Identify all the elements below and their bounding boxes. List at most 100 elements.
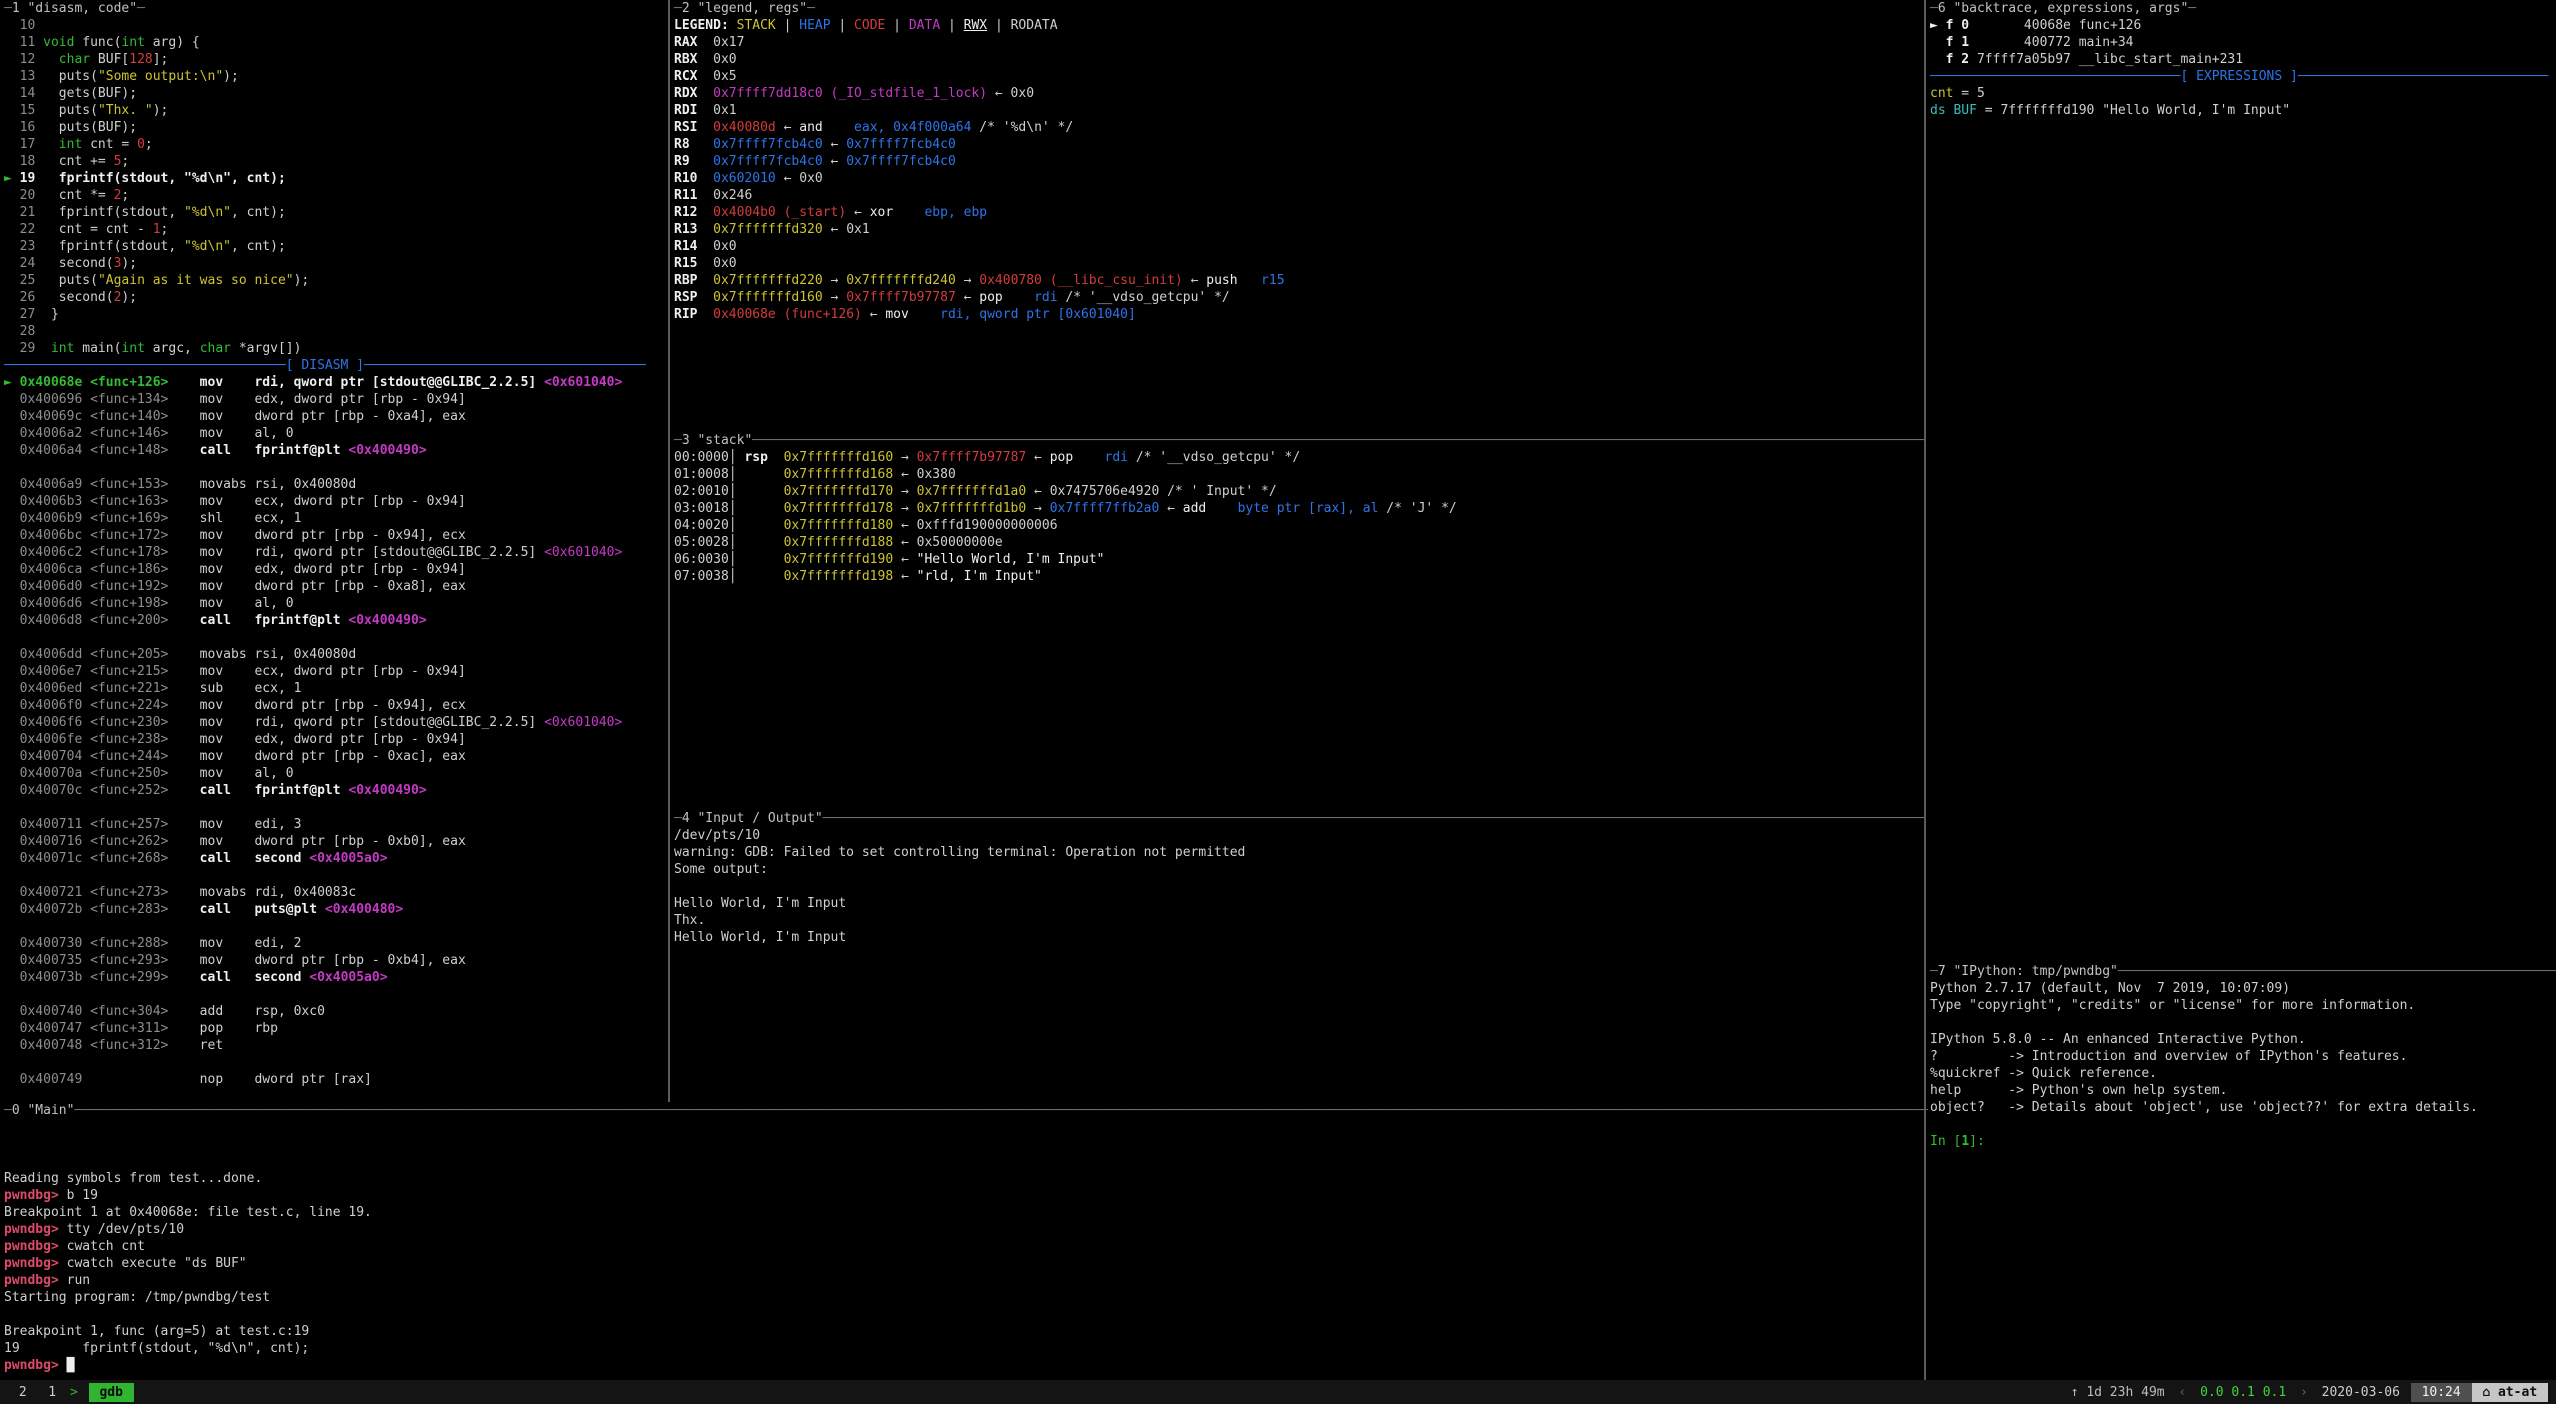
terminal-line: 0x4006d8 <func+200> call fprintf@plt <0x… (4, 612, 672, 629)
backtrace-content: ► f 0 40068e func+126 f 1 400772 main+34… (1930, 17, 2556, 119)
terminal-line: Python 2.7.17 (default, Nov 7 2019, 10:0… (1930, 980, 2556, 997)
terminal-line: RIP 0x40068e (func+126) ← mov rdi, qword… (674, 306, 1928, 323)
stack-content: 00:0000│ rsp 0x7fffffffd160 → 0x7ffff7b9… (674, 449, 1928, 585)
terminal-line: 23 fprintf(stdout, "%d\n", cnt); (4, 238, 672, 255)
terminal-line: ► f 0 40068e func+126 (1930, 17, 2556, 34)
terminal-line: 02:0010│ 0x7fffffffd170 → 0x7fffffffd1a0… (674, 483, 1928, 500)
pane-title-backtrace: ─6 "backtrace, expressions, args"─ (1930, 0, 2556, 17)
terminal-line: 25 puts("Again as it was so nice"); (4, 272, 672, 289)
program-io-content: /dev/pts/10warning: GDB: Failed to set c… (674, 827, 1928, 946)
terminal-line: 00:0000│ rsp 0x7fffffffd160 → 0x7ffff7b9… (674, 449, 1928, 466)
terminal-line: 0x4006f0 <func+224> mov dword ptr [rbp -… (4, 697, 672, 714)
pane-backtrace-expressions[interactable]: ─6 "backtrace, expressions, args"─ ► f 0… (1926, 0, 2556, 963)
terminal-line: ────────────────────────────────────[ DI… (4, 357, 672, 374)
pane-title-input-output: ─4 "Input / Output"─────────────────────… (674, 810, 1928, 827)
load-bracket-close: › (2289, 1383, 2311, 1402)
load-average: 0.0 0.1 0.1 (2197, 1383, 2289, 1402)
terminal-line: 0x4006d6 <func+198> mov al, 0 (4, 595, 672, 612)
pane-ipython[interactable]: ─7 "IPython: tmp/pwndbg"────────────────… (1926, 963, 2556, 1380)
terminal-line: 0x400740 <func+304> add rsp, 0xc0 (4, 1003, 672, 1020)
terminal-line: 0x4006a9 <func+153> movabs rsi, 0x40080d (4, 476, 672, 493)
terminal-line: 06:0030│ 0x7fffffffd190 ← "Hello World, … (674, 551, 1928, 568)
terminal-line: 12 char BUF[128]; (4, 51, 672, 68)
terminal-line: %quickref -> Quick reference. (1930, 1065, 2556, 1082)
terminal-line: 0x4006ed <func+221> sub ecx, 1 (4, 680, 672, 697)
terminal-line: help -> Python's own help system. (1930, 1082, 2556, 1099)
session-name: 2 (8, 1383, 37, 1402)
terminal-line: 21 fprintf(stdout, "%d\n", cnt); (4, 204, 672, 221)
window-tab-gdb[interactable]: gdb (89, 1383, 134, 1402)
terminal-line: 0x40069c <func+140> mov dword ptr [rbp -… (4, 408, 672, 425)
terminal-line: 03:0018│ 0x7fffffffd178 → 0x7fffffffd1b0… (674, 500, 1928, 517)
terminal-line: 0x4006bc <func+172> mov dword ptr [rbp -… (4, 527, 672, 544)
terminal-line: IPython 5.8.0 -- An enhanced Interactive… (1930, 1031, 2556, 1048)
terminal-line (4, 1119, 1928, 1136)
terminal-line: 14 gets(BUF); (4, 85, 672, 102)
pane-title-legend-regs: ─2 "legend, regs"─ (674, 0, 1928, 17)
pane-legend-regs[interactable]: ─2 "legend, regs"─ LEGEND: STACK | HEAP … (670, 0, 1928, 432)
terminal-line: R8 0x7ffff7fcb4c0 ← 0x7ffff7fcb4c0 (674, 136, 1928, 153)
terminal-line: 0x40070c <func+252> call fprintf@plt <0x… (4, 782, 672, 799)
terminal-line: ────────────────────────────────[ EXPRES… (1930, 68, 2556, 85)
pane-disasm-code[interactable]: ─1 "disasm, code"─ 10 11 void func(int a… (0, 0, 672, 1102)
terminal-line (1930, 1014, 2556, 1031)
terminal-line: 0x40072b <func+283> call puts@plt <0x400… (4, 901, 672, 918)
terminal-line: 26 second(2); (4, 289, 672, 306)
pane-title-stack: ─3 "stack"──────────────────────────────… (674, 432, 1928, 449)
terminal-line: 04:0020│ 0x7fffffffd180 ← 0xfffd19000000… (674, 517, 1928, 534)
source-and-disasm-content: 10 11 void func(int arg) { 12 char BUF[1… (4, 17, 672, 1088)
terminal-line: 16 puts(BUF); (4, 119, 672, 136)
status-right: ↑ 1d 23h 49m ‹ 0.0 0.1 0.1 › 2020-03-06 … (2068, 1383, 2548, 1402)
terminal-line (4, 918, 672, 935)
terminal-line: 0x400749 nop dword ptr [rax] (4, 1071, 672, 1088)
terminal-line: R9 0x7ffff7fcb4c0 ← 0x7ffff7fcb4c0 (674, 153, 1928, 170)
terminal-line: 0x4006d0 <func+192> mov dword ptr [rbp -… (4, 578, 672, 595)
terminal-line: Starting program: /tmp/pwndbg/test (4, 1289, 1928, 1306)
terminal-line: Reading symbols from test...done. (4, 1170, 1928, 1187)
pane-title-main: ─0 "Main"───────────────────────────────… (4, 1102, 1928, 1119)
terminal-line (4, 1054, 672, 1071)
pane-input-output[interactable]: ─4 "Input / Output"─────────────────────… (670, 810, 1928, 1102)
hostname: ⌂ at-at (2472, 1383, 2548, 1402)
terminal-line: 05:0028│ 0x7fffffffd188 ← 0x50000000e (674, 534, 1928, 551)
terminal-line: 0x400730 <func+288> mov edi, 2 (4, 935, 672, 952)
terminal-line: 07:0038│ 0x7fffffffd198 ← "rld, I'm Inpu… (674, 568, 1928, 585)
terminal-line: R10 0x602010 ← 0x0 (674, 170, 1928, 187)
terminal-line: 0x400704 <func+244> mov dword ptr [rbp -… (4, 748, 672, 765)
pane-title-disasm-code: ─1 "disasm, code"─ (4, 0, 672, 17)
terminal-line: 11 void func(int arg) { (4, 34, 672, 51)
terminal-line (674, 878, 1928, 895)
tmux-status-bar: 2 1 > gdb ↑ 1d 23h 49m ‹ 0.0 0.1 0.1 › 2… (0, 1380, 2556, 1404)
pane-main-gdb-console[interactable]: ─0 "Main"───────────────────────────────… (0, 1102, 1928, 1380)
clock: 10:24 (2411, 1383, 2472, 1402)
terminal-line: 0x40071c <func+268> call second <0x4005a… (4, 850, 672, 867)
terminal-line (1930, 1116, 2556, 1133)
terminal-line: ? -> Introduction and overview of IPytho… (1930, 1048, 2556, 1065)
pane-stack[interactable]: ─3 "stack"──────────────────────────────… (670, 432, 1928, 810)
terminal-line: 13 puts("Some output:\n"); (4, 68, 672, 85)
terminal-line: ► 19 fprintf(stdout, "%d\n", cnt); (4, 170, 672, 187)
window-flag: > (67, 1383, 89, 1402)
pane-title-ipython: ─7 "IPython: tmp/pwndbg"────────────────… (1930, 963, 2556, 980)
terminal-line: 0x4006dd <func+205> movabs rsi, 0x40080d (4, 646, 672, 663)
terminal-line: R15 0x0 (674, 255, 1928, 272)
gdb-console-content: Reading symbols from test...done. pwndbg>… (4, 1119, 1928, 1374)
terminal-line: Hello World, I'm Input (674, 929, 1928, 946)
window-index: 1 (37, 1383, 66, 1402)
terminal-line: Thx. (674, 912, 1928, 929)
terminal-line: 0x400747 <func+311> pop rbp (4, 1020, 672, 1037)
terminal-line: 0x400748 <func+312> ret (4, 1037, 672, 1054)
terminal-line: 28 (4, 323, 672, 340)
terminal-line: pwndbg> █ (4, 1357, 1928, 1374)
terminal-line: 18 cnt += 5; (4, 153, 672, 170)
terminal-line: RBX 0x0 (674, 51, 1928, 68)
terminal-line: Breakpoint 1, func (arg=5) at test.c:19 (4, 1323, 1928, 1340)
terminal-line: R12 0x4004b0 (_start) ← xor ebp, ebp (674, 204, 1928, 221)
terminal-line: RAX 0x17 (674, 34, 1928, 51)
terminal-line: In [1]: (1930, 1133, 2556, 1150)
load-bracket-open: ‹ (2175, 1383, 2197, 1402)
terminal-line: warning: GDB: Failed to set controlling … (674, 844, 1928, 861)
terminal-line: 0x400716 <func+262> mov dword ptr [rbp -… (4, 833, 672, 850)
terminal-line: Type "copyright", "credits" or "license"… (1930, 997, 2556, 1014)
registers-content: LEGEND: STACK | HEAP | CODE | DATA | RWX… (674, 17, 1928, 323)
